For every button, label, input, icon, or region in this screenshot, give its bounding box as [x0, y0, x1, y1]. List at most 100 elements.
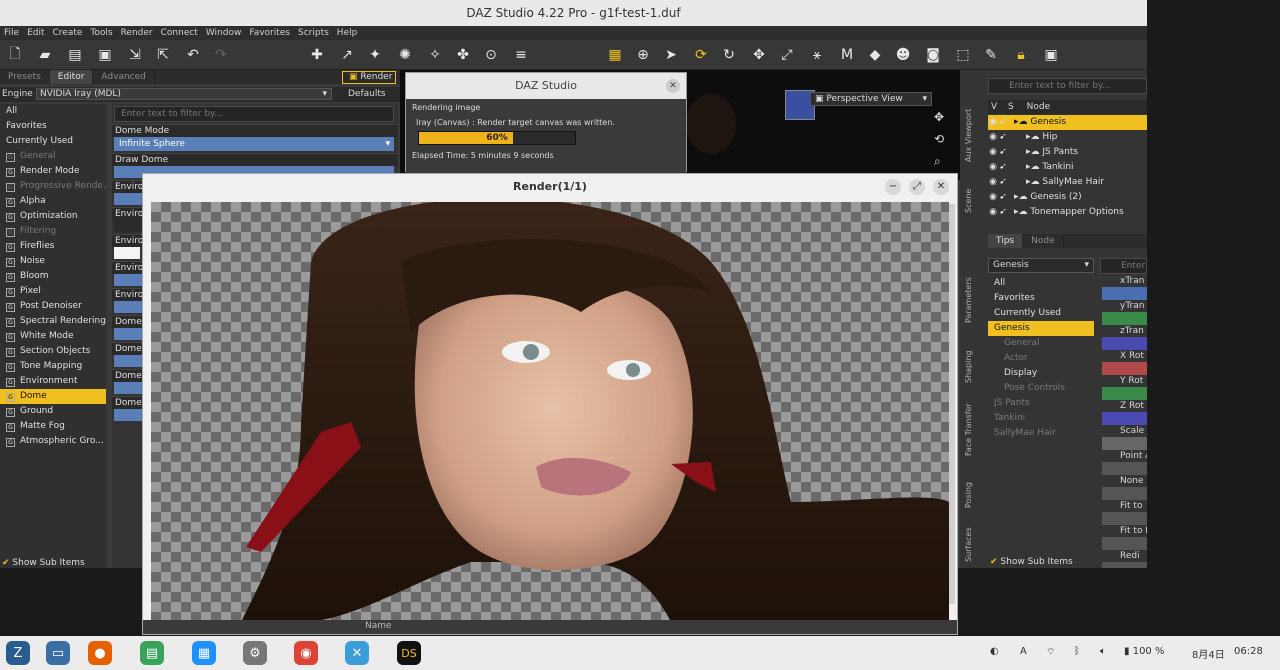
param-group-item[interactable]: Currently Used: [988, 306, 1094, 321]
header-node[interactable]: Node: [1027, 102, 1051, 112]
param-slider[interactable]: [1102, 462, 1147, 475]
input-method[interactable]: A: [1020, 646, 1027, 657]
battery-status[interactable]: ▮ 100 %: [1124, 646, 1164, 657]
settings-group-item[interactable]: G Ground: [0, 404, 106, 419]
menu-create[interactable]: Create: [49, 26, 87, 40]
settings-group-item[interactable]: G Alpha: [0, 194, 106, 209]
menu-help[interactable]: Help: [333, 26, 362, 40]
new-file-icon[interactable]: 🗋: [4, 44, 26, 66]
param-slider[interactable]: [1102, 387, 1147, 400]
settings-group-item[interactable]: G Filtering: [0, 224, 106, 239]
settings-group-item[interactable]: G White Mode: [0, 329, 106, 344]
remote-desktop-icon[interactable]: ✕: [345, 641, 369, 665]
undo-icon[interactable]: ↶: [182, 44, 204, 66]
menu-render[interactable]: Render: [117, 26, 157, 40]
scene-filter-input[interactable]: Enter text to filter by...: [988, 78, 1147, 94]
figure-tool-icon[interactable]: ☻: [892, 44, 914, 66]
perspective-view-select[interactable]: ▣ Perspective View ▾: [810, 92, 932, 106]
engine-select[interactable]: NVIDIA Iray (MDL) ▾: [36, 88, 332, 100]
defaults-button[interactable]: Defaults: [348, 89, 386, 99]
geometry-editor-icon[interactable]: ✎: [980, 44, 1002, 66]
desktop-icon[interactable]: ▭: [46, 641, 70, 665]
scene-node-row[interactable]: ◉ ➹ ▸☁ Tonemapper Options: [988, 205, 1147, 220]
menu-connect[interactable]: Connect: [157, 26, 202, 40]
header-visibility[interactable]: V: [991, 102, 997, 112]
params-filter-input[interactable]: Enter: [1100, 258, 1147, 274]
tab-editor[interactable]: Editor: [49, 70, 94, 84]
minimize-icon[interactable]: −: [885, 179, 901, 195]
eye-icon[interactable]: ◉: [988, 175, 998, 190]
render-camera-icon[interactable]: ▣: [1040, 44, 1062, 66]
node-select-icon[interactable]: ⊙: [480, 44, 502, 66]
select-arrow-icon[interactable]: ➹: [998, 130, 1008, 145]
header-selectable[interactable]: S: [1008, 102, 1014, 112]
joint-editor-icon[interactable]: ⚹: [806, 44, 828, 66]
scene-node-row[interactable]: ◉ ➹ ▸☁ Hip: [988, 130, 1147, 145]
camera-tool-icon[interactable]: ✤: [452, 44, 474, 66]
param-group-item[interactable]: SallyMae Hair: [988, 426, 1094, 441]
menu-window[interactable]: Window: [202, 26, 246, 40]
tab-advanced[interactable]: Advanced: [93, 70, 155, 84]
tab-presets[interactable]: Presets: [0, 70, 50, 84]
chrome-icon[interactable]: ◉: [294, 641, 318, 665]
settings-group-item[interactable]: G Section Objects: [0, 344, 106, 359]
wifi-icon[interactable]: ⌔: [1046, 646, 1055, 659]
clock-time[interactable]: 06:28: [1234, 646, 1263, 657]
eye-icon[interactable]: ◉: [988, 115, 998, 130]
lock-icon[interactable]: 🔒︎: [1010, 44, 1032, 66]
dome-mode-select[interactable]: Infinite Sphere ▾: [114, 137, 394, 151]
tab-node[interactable]: Node: [1023, 234, 1064, 248]
show-sub-items-checkbox[interactable]: ✔ Show Sub Items: [2, 558, 85, 568]
tab-parameters[interactable]: Parameters: [964, 270, 986, 330]
settings-group-item[interactable]: G Progressive Rende...: [0, 179, 106, 194]
translate-tool-icon[interactable]: ✥: [748, 44, 770, 66]
select-region-icon[interactable]: ⬚: [952, 44, 974, 66]
settings-group-item[interactable]: G Dome: [0, 389, 106, 404]
eye-icon[interactable]: ◉: [988, 190, 998, 205]
param-slider[interactable]: [1102, 562, 1147, 568]
param-group-item[interactable]: Genesis: [988, 321, 1094, 336]
param-slider[interactable]: [1102, 312, 1147, 325]
settings-group-item[interactable]: G Environment: [0, 374, 106, 389]
menu-edit[interactable]: Edit: [23, 26, 48, 40]
param-slider[interactable]: [1102, 437, 1147, 450]
eye-icon[interactable]: ◉: [988, 130, 998, 145]
param-group-item[interactable]: JS Pants: [988, 396, 1094, 411]
settings-group-item[interactable]: G Matte Fog: [0, 419, 106, 434]
param-slider[interactable]: [1102, 337, 1147, 350]
settings-group-item[interactable]: G Spectral Rendering: [0, 314, 106, 329]
select-arrow-icon[interactable]: ➹: [998, 205, 1008, 220]
tab-scene[interactable]: Scene: [964, 176, 986, 226]
point-light-icon[interactable]: ✧: [424, 44, 446, 66]
eye-icon[interactable]: ◉: [988, 160, 998, 175]
daz-studio-task-icon[interactable]: DS: [397, 641, 421, 665]
settings-group-item[interactable]: G General: [0, 149, 106, 164]
settings-group-item[interactable]: G Post Denoiser: [0, 299, 106, 314]
select-arrow-icon[interactable]: ➹: [998, 175, 1008, 190]
settings-group-item[interactable]: Favorites: [0, 119, 106, 134]
merge-icon[interactable]: ▤: [64, 44, 86, 66]
param-group-item[interactable]: Actor: [988, 351, 1094, 366]
render-canvas[interactable]: [151, 202, 949, 622]
params-show-sub-items[interactable]: ✔ Show Sub Items: [990, 557, 1073, 567]
param-group-item[interactable]: General: [988, 336, 1094, 351]
export-icon[interactable]: ⇱: [152, 44, 174, 66]
zoom-icon[interactable]: ⌕: [934, 154, 941, 169]
settings-group-item[interactable]: G Fireflies: [0, 239, 106, 254]
store-icon[interactable]: ▦: [192, 641, 216, 665]
vertical-scrollbar[interactable]: [949, 204, 955, 604]
render-settings-icon[interactable]: ▦: [604, 44, 626, 66]
param-slider[interactable]: [1102, 412, 1147, 425]
rotate-tool-icon[interactable]: ↻: [718, 44, 740, 66]
param-slider[interactable]: [1102, 487, 1147, 500]
wechat-icon[interactable]: ◐: [990, 646, 999, 657]
orbit-icon[interactable]: ⟲: [934, 132, 944, 146]
select-arrow-icon[interactable]: ➹: [998, 190, 1008, 205]
close-icon[interactable]: ✕: [666, 79, 680, 93]
files-icon[interactable]: ▤: [140, 641, 164, 665]
tab-face-transfer[interactable]: Face Transfer: [964, 400, 986, 460]
eye-icon[interactable]: ◉: [988, 205, 998, 220]
select-arrow-icon[interactable]: ➹: [998, 160, 1008, 175]
param-group-item[interactable]: Tankini: [988, 411, 1094, 426]
param-group-item[interactable]: Favorites: [988, 291, 1094, 306]
